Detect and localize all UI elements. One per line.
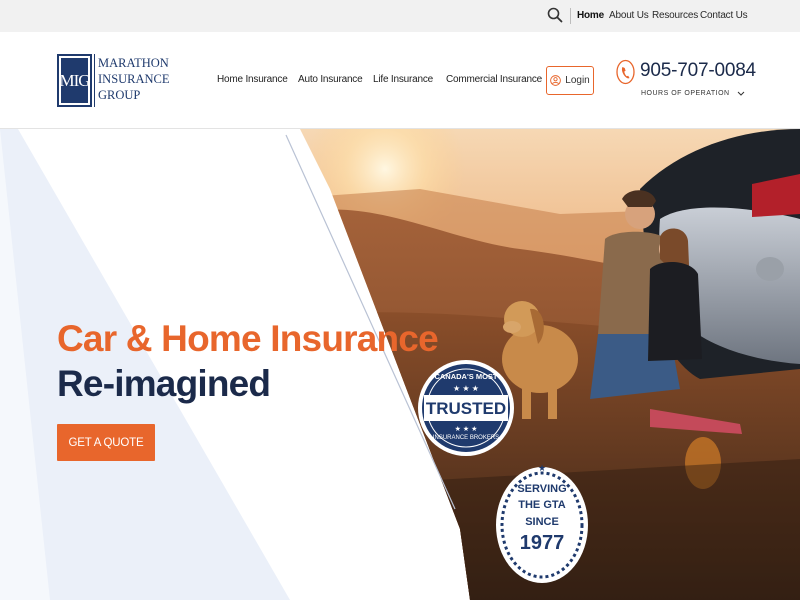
top-utility-bar: Home About Us Resources Contact Us xyxy=(0,0,800,32)
gta-line3: SINCE xyxy=(525,516,559,528)
trusted-main-text: TRUSTED xyxy=(426,399,506,418)
hero-headline-line2: Re-imagined xyxy=(57,363,271,404)
user-icon xyxy=(550,75,562,86)
top-link-about-us[interactable]: About Us xyxy=(609,10,649,21)
nav-commercial-insurance[interactable]: Commercial Insurance xyxy=(446,74,542,85)
get-a-quote-button[interactable]: GET A QUOTE xyxy=(57,424,155,461)
nav-home-insurance[interactable]: Home Insurance xyxy=(217,74,288,85)
login-label: Login xyxy=(565,75,590,86)
divider xyxy=(570,8,571,24)
phone-number[interactable]: 905-707-0084 xyxy=(640,60,756,82)
chevron-down-icon[interactable] xyxy=(737,90,745,97)
phone-icon[interactable] xyxy=(616,59,635,85)
top-link-home[interactable]: Home xyxy=(577,10,604,21)
trusted-top-text: CANADA'S MOST xyxy=(434,372,497,381)
gta-line4: 1977 xyxy=(520,532,565,554)
nav-life-insurance[interactable]: Life Insurance xyxy=(373,74,433,85)
logo-monogram-box: MIG xyxy=(57,54,92,107)
gta-line1: SERVING xyxy=(517,483,566,495)
logo-monogram: MIG xyxy=(59,70,90,90)
svg-text:★ ★ ★: ★ ★ ★ xyxy=(453,384,479,393)
hours-of-operation[interactable]: HOURS OF OPERATION xyxy=(641,90,730,97)
nav-auto-insurance[interactable]: Auto Insurance xyxy=(298,74,363,85)
svg-text:★ ★ ★: ★ ★ ★ xyxy=(455,425,478,433)
logo-wordmark: MARATHON INSURANCE GROUP xyxy=(98,56,170,102)
hero-headline-line1: Car & Home Insurance xyxy=(57,318,439,359)
top-link-resources[interactable]: Resources xyxy=(652,10,698,21)
search-icon[interactable] xyxy=(546,6,564,24)
login-button[interactable]: Login xyxy=(546,66,594,95)
top-link-contact-us[interactable]: Contact Us xyxy=(700,10,748,21)
svg-text:★: ★ xyxy=(538,463,546,473)
gta-line2: THE GTA xyxy=(518,499,566,511)
logo[interactable]: MIG MARATHON INSURANCE GROUP xyxy=(57,54,170,108)
serving-gta-badge: ★ SERVING THE GTA SINCE 1977 xyxy=(496,463,588,583)
logo-divider xyxy=(94,54,95,107)
